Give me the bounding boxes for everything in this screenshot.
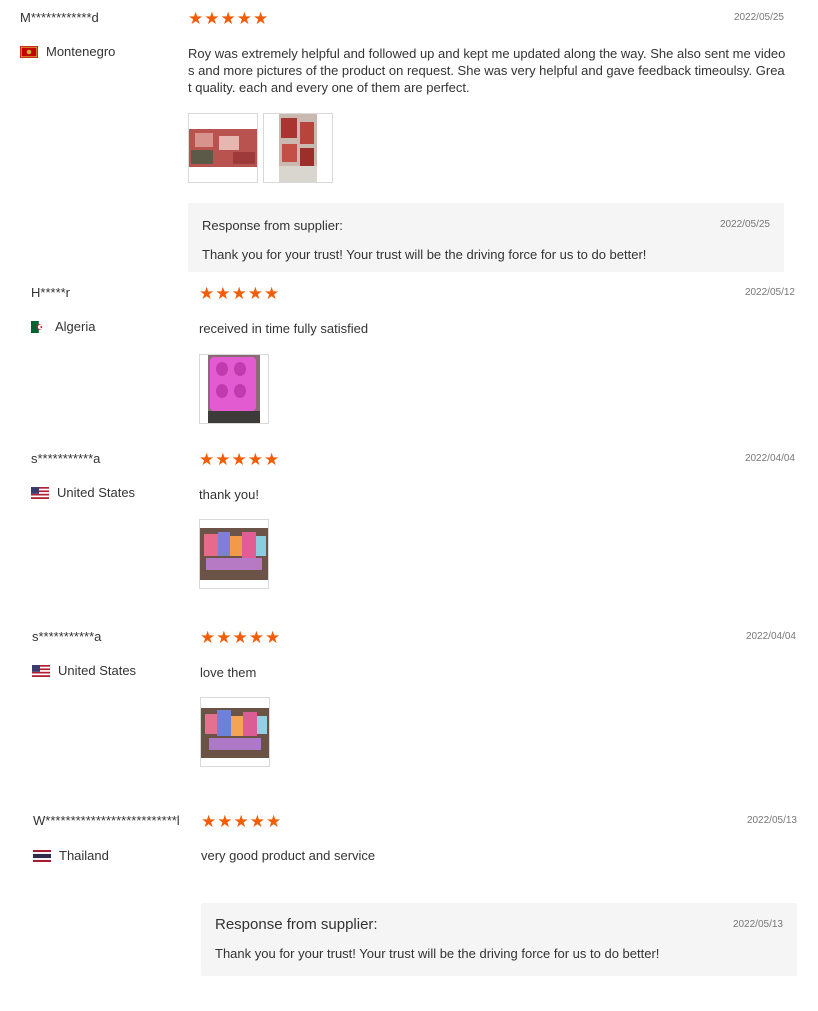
reviewer-country: Montenegro: [20, 44, 180, 59]
us-flag-icon: [32, 664, 50, 677]
review-photos: [200, 697, 270, 767]
review-photos: [188, 113, 333, 183]
star-rating: ★★★★★: [199, 284, 281, 303]
supplier-response: Response from supplier: 2022/05/13 Thank…: [201, 903, 797, 976]
star-rating: ★★★★★: [201, 812, 283, 831]
review-date: 2022/04/04: [745, 631, 796, 642]
thailand-flag-icon: [33, 849, 51, 862]
response-title: Response from supplier:: [215, 916, 378, 933]
us-flag-icon: [31, 486, 49, 499]
reviewer-country-label: Algeria: [55, 319, 96, 334]
reviewer-info: M************d Montenegro: [20, 10, 180, 59]
review-photo[interactable]: [200, 697, 270, 767]
supplier-response: Response from supplier: 2022/05/25 Thank…: [188, 203, 784, 272]
response-title: Response from supplier:: [202, 218, 343, 233]
review-date: 2022/05/13: [746, 815, 797, 826]
review-item: s***********a United States ★★★★★ 2022/0…: [32, 629, 800, 769]
review-item: W**************************l Thailand ★★…: [33, 813, 801, 978]
algeria-flag-icon: [31, 320, 47, 333]
reviewer-info: H*****r Algeria: [31, 285, 191, 334]
reviewer-name: s***********a: [31, 451, 101, 466]
review-body: ★★★★★ 2022/05/25 Roy was extremely helpf…: [188, 10, 788, 272]
response-date: 2022/05/13: [732, 919, 783, 930]
review-body: ★★★★★ 2022/04/04 love them: [200, 629, 796, 769]
reviewer-info: s***********a United States: [32, 629, 192, 678]
montenegro-flag-icon: [20, 45, 38, 58]
response-date: 2022/05/25: [719, 219, 770, 230]
review-text: Roy was extremely helpful and followed u…: [188, 46, 786, 95]
review-photos: [199, 519, 269, 589]
review-body: ★★★★★ 2022/05/12 received in time fully …: [199, 285, 797, 425]
review-text: very good product and service: [201, 848, 376, 863]
review-date: 2022/04/04: [744, 453, 795, 464]
response-text: Thank you for your trust! Your trust wil…: [202, 247, 647, 262]
review-text: thank you!: [199, 487, 259, 502]
reviewer-name: H*****r: [31, 285, 71, 300]
reviewer-country: Thailand: [33, 848, 188, 863]
reviewer-country: Algeria: [31, 319, 191, 334]
review-body: ★★★★★ 2022/04/04 thank you!: [199, 451, 797, 591]
reviewer-country-label: Thailand: [59, 848, 109, 863]
reviewer-country-label: United States: [57, 485, 136, 500]
reviewer-country: United States: [31, 485, 191, 500]
reviewer-country-label: United States: [58, 663, 137, 678]
star-rating: ★★★★★: [200, 628, 282, 647]
review-text: received in time fully satisfied: [199, 321, 369, 336]
review-photo[interactable]: [188, 113, 258, 183]
review-item: s***********a United States ★★★★★ 2022/0…: [31, 451, 799, 591]
review-text: love them: [200, 665, 257, 680]
review-photo[interactable]: [199, 519, 269, 589]
review-photo[interactable]: [263, 113, 333, 183]
review-item: M************d Montenegro ★★★★★ 2022/05/…: [20, 10, 788, 272]
reviewer-info: W**************************l Thailand: [33, 813, 188, 863]
review-photos: [199, 354, 269, 424]
star-rating: ★★★★★: [199, 450, 281, 469]
reviewer-name: s***********a: [32, 629, 102, 644]
reviewer-name: W**************************l: [33, 813, 180, 828]
response-text: Thank you for your trust! Your trust wil…: [215, 946, 660, 961]
review-date: 2022/05/12: [744, 287, 795, 298]
reviewer-country: United States: [32, 663, 192, 678]
review-photo[interactable]: [199, 354, 269, 424]
review-item: H*****r Algeria ★★★★★ 2022/05/12 receive…: [31, 285, 799, 425]
star-rating: ★★★★★: [188, 9, 270, 28]
review-date: 2022/05/25: [733, 12, 784, 23]
reviewer-country-label: Montenegro: [46, 44, 116, 59]
reviewer-name: M************d: [20, 10, 99, 25]
reviewer-info: s***********a United States: [31, 451, 191, 500]
review-body: ★★★★★ 2022/05/13 very good product and s…: [201, 813, 797, 978]
